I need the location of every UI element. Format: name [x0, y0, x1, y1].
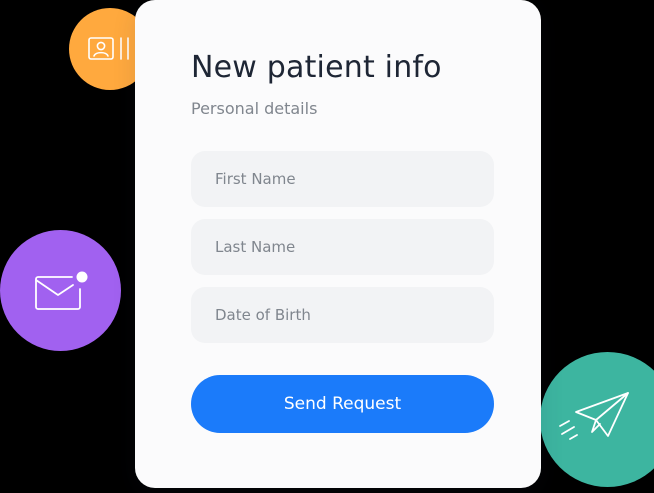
patient-info-card: New patient info Personal details Send R… [135, 0, 541, 488]
mail-notification-icon [34, 271, 87, 310]
first-name-field[interactable] [191, 151, 494, 207]
form-subtitle: Personal details [191, 99, 318, 118]
send-badge [540, 352, 654, 487]
date-of-birth-field[interactable] [191, 287, 494, 343]
paper-plane-icon [558, 391, 629, 440]
last-name-field[interactable] [191, 219, 494, 275]
send-request-button[interactable]: Send Request [191, 375, 494, 433]
form-title: New patient info [191, 50, 442, 85]
stage: New patient info Personal details Send R… [0, 0, 654, 493]
mail-badge [0, 230, 121, 351]
id-card-icon [88, 37, 129, 60]
